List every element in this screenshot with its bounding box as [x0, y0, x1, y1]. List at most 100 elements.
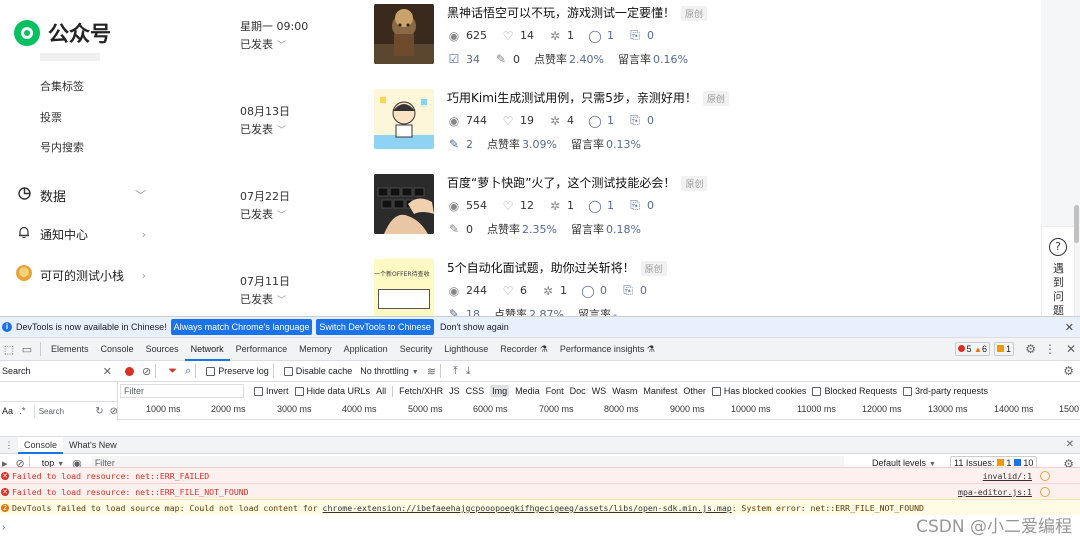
- like-rate: 点赞率 2.40%: [534, 51, 604, 67]
- sidebar-sub-item-search[interactable]: 号内搜索: [40, 139, 84, 155]
- filter-js[interactable]: JS: [449, 386, 460, 396]
- device-toolbar-icon[interactable]: ▭: [18, 343, 36, 356]
- filter-manifest[interactable]: Manifest: [643, 386, 677, 396]
- tab-lighthouse[interactable]: Lighthouse: [438, 338, 494, 361]
- filter-wasm[interactable]: Wasm: [612, 386, 637, 396]
- scrollbar-thumb[interactable]: [1074, 205, 1079, 243]
- log-link[interactable]: chrome-extension://ibefaeehajgcpooopoegk…: [323, 503, 732, 513]
- preserve-log-checkbox[interactable]: Preserve log: [206, 366, 269, 377]
- info-badge[interactable]: 1: [993, 342, 1014, 356]
- filter-icon[interactable]: ⏷: [168, 365, 177, 378]
- filter-img[interactable]: Img: [490, 385, 510, 397]
- article-title[interactable]: 5个自动化面试题，助你过关斩将！ 原创: [447, 259, 667, 276]
- article-thumbnail[interactable]: [374, 174, 434, 234]
- match-language-button[interactable]: Always match Chrome's language: [170, 319, 313, 335]
- tab-drawer-console[interactable]: Console: [18, 436, 64, 454]
- throttling-select[interactable]: No throttling ▼: [360, 366, 418, 376]
- close-icon[interactable]: ✕: [1066, 439, 1074, 450]
- tab-recorder[interactable]: Recorder ⚗: [494, 338, 554, 361]
- console-error[interactable]: ✕ Failed to load resource: net::ERR_FILE…: [0, 483, 1080, 499]
- dont-show-again-button[interactable]: Don't show again: [440, 322, 509, 332]
- sidebar-sub-item-tags[interactable]: 合集标签: [40, 78, 84, 94]
- filter-font[interactable]: Font: [546, 386, 564, 396]
- tab-sources[interactable]: Sources: [140, 338, 185, 361]
- article-status[interactable]: 已发表 ﹀: [240, 206, 286, 222]
- wifi-icon[interactable]: ≋: [427, 365, 436, 378]
- article-thumbnail[interactable]: [374, 89, 434, 149]
- tab-performance[interactable]: Performance: [230, 338, 294, 361]
- eye-icon: ◉: [448, 113, 460, 128]
- filter-media[interactable]: Media: [515, 386, 540, 396]
- article-thumbnail[interactable]: [374, 4, 434, 64]
- original-tag: 原创: [681, 6, 708, 21]
- tab-console[interactable]: Console: [95, 338, 140, 361]
- rate-label: 留言率: [577, 308, 611, 316]
- clear-icon[interactable]: ⊘: [110, 406, 118, 417]
- import-icon[interactable]: ⤒: [453, 365, 458, 378]
- blocked-cookies-checkbox[interactable]: Has blocked cookies: [711, 386, 806, 397]
- clear-icon[interactable]: ⊘: [142, 365, 151, 378]
- sidebar-item-notifications[interactable]: 通知中心 ›: [16, 224, 196, 244]
- gear-icon[interactable]: ⚙: [1063, 364, 1074, 378]
- filter-other[interactable]: Other: [683, 386, 706, 396]
- regex-icon[interactable]: .*: [19, 406, 26, 417]
- sidebar-sub-item-vote[interactable]: 投票: [40, 109, 62, 125]
- tab-elements[interactable]: Elements: [45, 338, 95, 361]
- third-party-checkbox[interactable]: 3rd-party requests: [902, 386, 988, 397]
- info-icon: i: [2, 322, 12, 332]
- close-icon[interactable]: ✕: [103, 365, 112, 378]
- article-status[interactable]: 已发表 ﹀: [240, 121, 286, 137]
- tab-memory[interactable]: Memory: [293, 338, 338, 361]
- log-source-link[interactable]: invalid/:1: [983, 468, 1032, 483]
- gear-icon[interactable]: ⚙: [1025, 342, 1036, 356]
- issue-badges[interactable]: 5 ▲6 1: [951, 342, 1014, 356]
- kebab-menu-icon[interactable]: ⋮: [1044, 342, 1056, 356]
- filter-all[interactable]: All: [376, 386, 386, 396]
- share-icon: ✲: [549, 198, 561, 213]
- inspect-icon[interactable]: ⬚: [0, 343, 18, 356]
- search-icon[interactable]: ⌕: [185, 365, 191, 378]
- console-error[interactable]: ✕ Failed to load resource: net::ERR_FAIL…: [0, 467, 1080, 483]
- console-prompt[interactable]: ›: [2, 522, 5, 533]
- log-source-link[interactable]: mpa-editor.js:1: [958, 484, 1032, 499]
- edit-icon: ✎: [495, 52, 507, 66]
- match-case-toggle[interactable]: Aa: [2, 406, 13, 416]
- export-icon[interactable]: ⤓: [466, 365, 471, 378]
- close-icon[interactable]: ✕: [1065, 321, 1074, 334]
- invert-checkbox[interactable]: Invert: [254, 386, 289, 397]
- switch-chinese-button[interactable]: Switch DevTools to Chinese: [316, 319, 434, 335]
- article-status[interactable]: 已发表 ﹀: [240, 291, 286, 307]
- stat-value: 18: [466, 307, 480, 317]
- sidebar-item-data[interactable]: 数据 ﹀: [16, 185, 196, 205]
- filter-fetch-xhr[interactable]: Fetch/XHR: [399, 386, 443, 396]
- search-input[interactable]: Search: [33, 404, 90, 418]
- more-icon[interactable]: ⋮: [0, 440, 18, 451]
- filter-ws[interactable]: WS: [592, 386, 607, 396]
- help-button[interactable]: ? 遇到问题: [1041, 226, 1075, 316]
- rate-value: -: [612, 308, 617, 316]
- filter-doc[interactable]: Doc: [570, 386, 586, 396]
- close-icon[interactable]: ✕: [1066, 342, 1076, 356]
- record-icon[interactable]: [125, 366, 134, 376]
- blocked-requests-checkbox[interactable]: Blocked Requests: [812, 386, 897, 397]
- network-timeline[interactable]: 1000 ms 2000 ms 3000 ms 4000 ms 5000 ms …: [118, 401, 1080, 420]
- article-title[interactable]: 黑神话悟空可以不玩，游戏测试一定要懂！ 原创: [447, 4, 708, 21]
- article-status[interactable]: 已发表 ﹀: [240, 36, 286, 52]
- error-badge[interactable]: 5 ▲6: [954, 342, 990, 356]
- disable-cache-checkbox[interactable]: Disable cache: [283, 366, 352, 377]
- tab-whats-new[interactable]: What's New: [63, 437, 123, 454]
- tab-application[interactable]: Application: [338, 338, 394, 361]
- stat-comments: ◯ 1: [588, 113, 614, 128]
- logo[interactable]: 公众号: [14, 18, 111, 48]
- sidebar-item-account[interactable]: 可可的测试小栈 ›: [16, 265, 196, 285]
- tab-network[interactable]: Network: [184, 338, 230, 361]
- article-title[interactable]: 百度“萝卜快跑”火了，这个测试技能必会！ 原创: [447, 174, 708, 191]
- hide-data-urls-checkbox[interactable]: Hide data URLs: [294, 386, 370, 397]
- tab-performance-insights[interactable]: Performance insights ⚗: [554, 338, 661, 361]
- tab-security[interactable]: Security: [394, 338, 439, 361]
- filter-css[interactable]: CSS: [466, 386, 485, 396]
- article-title[interactable]: 巧用Kimi生成测试用例，只需5步，亲测好用！ 原创: [447, 89, 729, 106]
- refresh-icon[interactable]: ↻: [95, 406, 103, 417]
- article-thumbnail[interactable]: 一个新OFFER待查收: [374, 259, 434, 316]
- filter-input[interactable]: Filter: [120, 384, 244, 398]
